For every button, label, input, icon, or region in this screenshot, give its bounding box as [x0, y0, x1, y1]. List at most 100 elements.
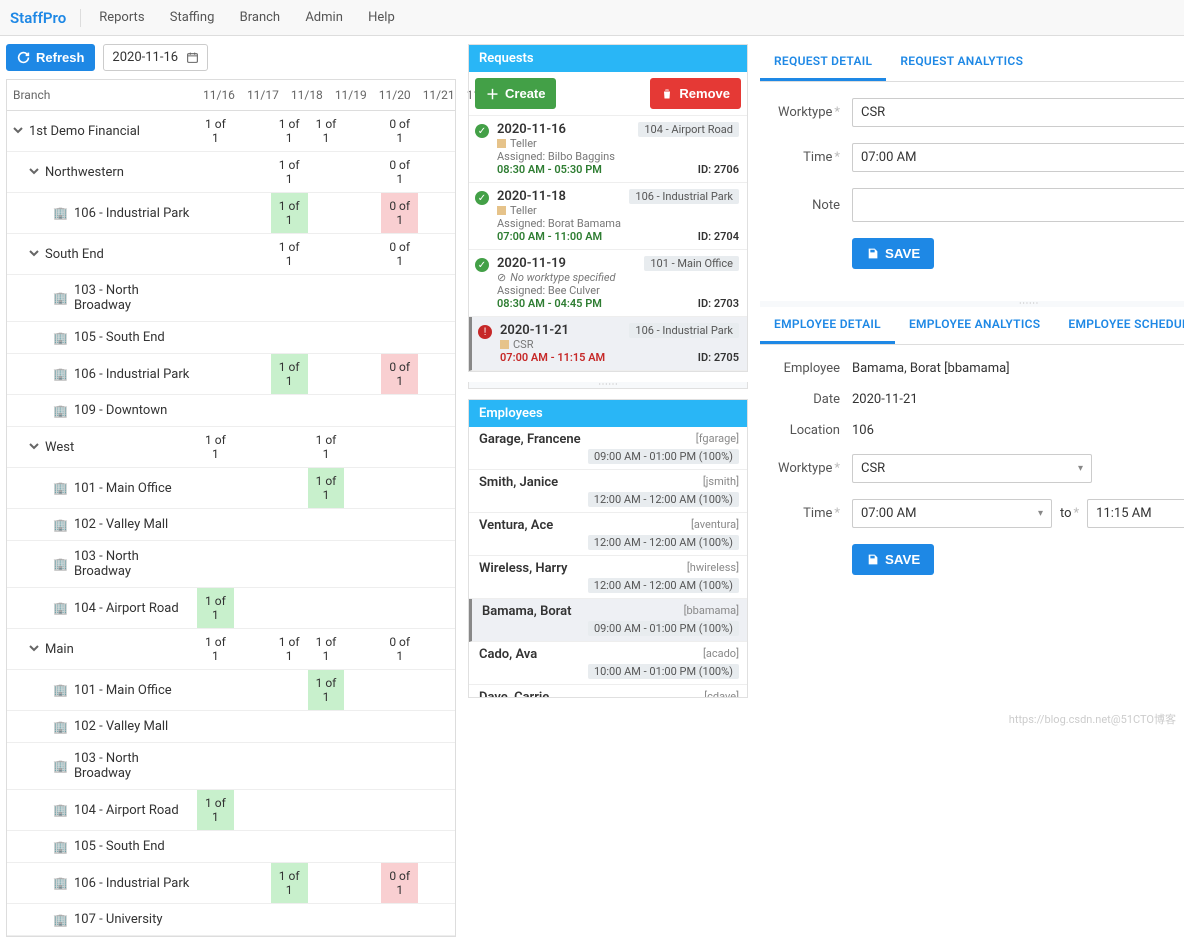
branch-row[interactable]: Main1 of 11 of 11 of 10 of 1	[7, 629, 455, 670]
coverage-cell[interactable]: 0 of 1	[381, 234, 418, 274]
tab-employee-schedule[interactable]: EMPLOYEE SCHEDULE	[1054, 307, 1184, 344]
coverage-cell[interactable]: 1 of 1	[271, 234, 308, 274]
coverage-cell	[197, 519, 234, 531]
chevron-down-icon[interactable]	[29, 165, 39, 180]
note-input[interactable]	[852, 188, 1184, 222]
branch-row[interactable]: 🏢105 - South End	[7, 322, 455, 354]
branch-row[interactable]: 🏢101 - Main Office1 of 1	[7, 468, 455, 509]
employee-item[interactable]: [cdave]Dave, Carrie09:00 AM - 01:00 PM (…	[469, 685, 747, 697]
chevron-down-icon[interactable]	[13, 124, 23, 139]
coverage-cell[interactable]: 1 of 1	[197, 790, 234, 830]
tab-employee-analytics[interactable]: EMPLOYEE ANALYTICS	[895, 307, 1054, 344]
branch-row[interactable]: 🏢106 - Industrial Park1 of 10 of 1	[7, 863, 455, 904]
brand-logo[interactable]: StaffPro	[10, 9, 81, 27]
coverage-cell[interactable]: 0 of 1	[381, 193, 418, 233]
branch-row[interactable]: 🏢103 - North Broadway	[7, 541, 455, 588]
branch-row[interactable]: 1st Demo Financial1 of 11 of 11 of 10 of…	[7, 111, 455, 152]
branch-row[interactable]: 🏢106 - Industrial Park1 of 10 of 1	[7, 354, 455, 395]
coverage-cell[interactable]: 1 of 1	[197, 629, 234, 669]
coverage-cell[interactable]: 1 of 1	[308, 468, 345, 508]
col-date[interactable]: 11/18	[285, 80, 329, 110]
coverage-cell[interactable]: 1 of 1	[197, 111, 234, 151]
branch-row[interactable]: 🏢107 - University	[7, 904, 455, 936]
employee-item[interactable]: [jsmith]Smith, Janice12:00 AM - 12:00 AM…	[469, 470, 747, 513]
coverage-cell	[381, 519, 418, 531]
request-item[interactable]: !106 - Industrial Park2020-11-21 CSRID: …	[469, 317, 747, 371]
coverage-cell[interactable]: 1 of 1	[271, 354, 308, 394]
tab-employee-detail[interactable]: EMPLOYEE DETAIL	[760, 307, 895, 344]
chevron-down-icon[interactable]	[29, 247, 39, 262]
coverage-cell[interactable]: 1 of 1	[308, 670, 345, 710]
employee-item[interactable]: [acado]Cado, Ava10:00 AM - 01:00 PM (100…	[469, 642, 747, 685]
emp-time-to-value: 11:15 AM	[1096, 506, 1151, 521]
date-picker[interactable]: 2020-11-16	[103, 44, 208, 71]
branch-row[interactable]: 🏢104 - Airport Road1 of 1	[7, 588, 455, 629]
coverage-cell	[271, 602, 308, 614]
coverage-cell[interactable]: 0 of 1	[381, 354, 418, 394]
branch-row[interactable]: 🏢109 - Downtown	[7, 395, 455, 427]
coverage-cell[interactable]: 1 of 1	[308, 629, 345, 669]
branch-row[interactable]: South End1 of 10 of 1	[7, 234, 455, 275]
employee-item[interactable]: [hwireless]Wireless, Harry12:00 AM - 12:…	[469, 556, 747, 599]
col-date[interactable]: 11/17	[241, 80, 285, 110]
col-branch[interactable]: Branch	[7, 80, 197, 110]
remove-button[interactable]: Remove	[650, 78, 741, 109]
tab-request-analytics[interactable]: REQUEST ANALYTICS	[886, 44, 1037, 81]
coverage-cell[interactable]: 1 of 1	[197, 427, 234, 467]
nav-branch[interactable]: Branch	[240, 10, 280, 25]
branch-row[interactable]: 🏢103 - North Broadway	[7, 743, 455, 790]
nav-reports[interactable]: Reports	[99, 10, 144, 25]
branch-row[interactable]: 🏢102 - Valley Mall	[7, 509, 455, 541]
branch-row[interactable]: 🏢106 - Industrial Park1 of 10 of 1	[7, 193, 455, 234]
coverage-cell[interactable]: 0 of 1	[381, 863, 418, 903]
refresh-icon	[17, 51, 30, 64]
request-item[interactable]: ✓101 - Main Office2020-11-19⊘ No worktyp…	[469, 250, 747, 317]
chevron-down-icon[interactable]	[29, 642, 39, 657]
save-request-button[interactable]: SAVE	[852, 238, 934, 269]
coverage-cell[interactable]: 1 of 1	[197, 588, 234, 628]
panel-resize-handle[interactable]: ⋯⋯	[468, 382, 748, 389]
create-button[interactable]: ＋ Create	[475, 78, 556, 109]
save-employee-button[interactable]: SAVE	[852, 544, 934, 575]
coverage-cell[interactable]: 1 of 1	[308, 427, 345, 467]
tab-request-detail[interactable]: REQUEST DETAIL	[760, 44, 886, 81]
col-date[interactable]: 11/21	[417, 80, 461, 110]
coverage-cell[interactable]: 1 of 1	[308, 111, 345, 151]
nav-admin[interactable]: Admin	[305, 10, 343, 25]
coverage-cell[interactable]: 1 of 1	[271, 111, 308, 151]
coverage-cell[interactable]: 0 of 1	[381, 629, 418, 669]
employee-item[interactable]: [fgarage]Garage, Francene09:00 AM - 01:0…	[469, 427, 747, 470]
coverage-cell[interactable]: 1 of 1	[271, 193, 308, 233]
col-date[interactable]: 11/16	[197, 80, 241, 110]
branch-row[interactable]: 🏢101 - Main Office1 of 1	[7, 670, 455, 711]
coverage-cell[interactable]: 0 of 1	[381, 152, 418, 192]
refresh-button[interactable]: Refresh	[6, 44, 95, 71]
emp-worktype-select[interactable]: CSR ▾	[852, 454, 1092, 483]
branch-row[interactable]: 🏢104 - Airport Road1 of 1	[7, 790, 455, 831]
request-item[interactable]: ✓106 - Industrial Park2020-11-18 TellerA…	[469, 183, 747, 250]
coverage-cell[interactable]: 1 of 1	[271, 863, 308, 903]
col-date[interactable]: 11/19	[329, 80, 373, 110]
employee-item[interactable]: [aventura]Ventura, Ace12:00 AM - 12:00 A…	[469, 513, 747, 556]
employees-panel: Employees [fgarage]Garage, Francene09:00…	[468, 399, 748, 698]
coverage-cell	[308, 292, 345, 304]
request-item[interactable]: ✓104 - Airport Road2020-11-16 TellerAssi…	[469, 116, 747, 183]
coverage-cell	[271, 914, 308, 926]
employee-item[interactable]: [bbamama]Bamama, Borat09:00 AM - 01:00 P…	[469, 599, 747, 642]
branch-row[interactable]: Northwestern1 of 10 of 1	[7, 152, 455, 193]
emp-time-from-select[interactable]: 07:00 AM ▾	[852, 499, 1052, 528]
nav-staffing[interactable]: Staffing	[170, 10, 215, 25]
time-from-select[interactable]: 07:00 AM ▾	[852, 143, 1184, 172]
coverage-cell[interactable]: 0 of 1	[381, 111, 418, 151]
branch-row[interactable]: 🏢102 - Valley Mall	[7, 711, 455, 743]
chevron-down-icon[interactable]	[29, 440, 39, 455]
col-date[interactable]: 11/20	[373, 80, 417, 110]
branch-row[interactable]: West1 of 11 of 1	[7, 427, 455, 468]
coverage-cell[interactable]: 1 of 1	[271, 152, 308, 192]
branch-row[interactable]: 🏢103 - North Broadway	[7, 275, 455, 322]
worktype-input[interactable]: CSR	[852, 98, 1184, 127]
nav-help[interactable]: Help	[368, 10, 395, 25]
branch-row[interactable]: 🏢105 - South End	[7, 831, 455, 863]
emp-time-to-select[interactable]: 11:15 AM ▾	[1087, 499, 1184, 528]
coverage-cell[interactable]: 1 of 1	[271, 629, 308, 669]
